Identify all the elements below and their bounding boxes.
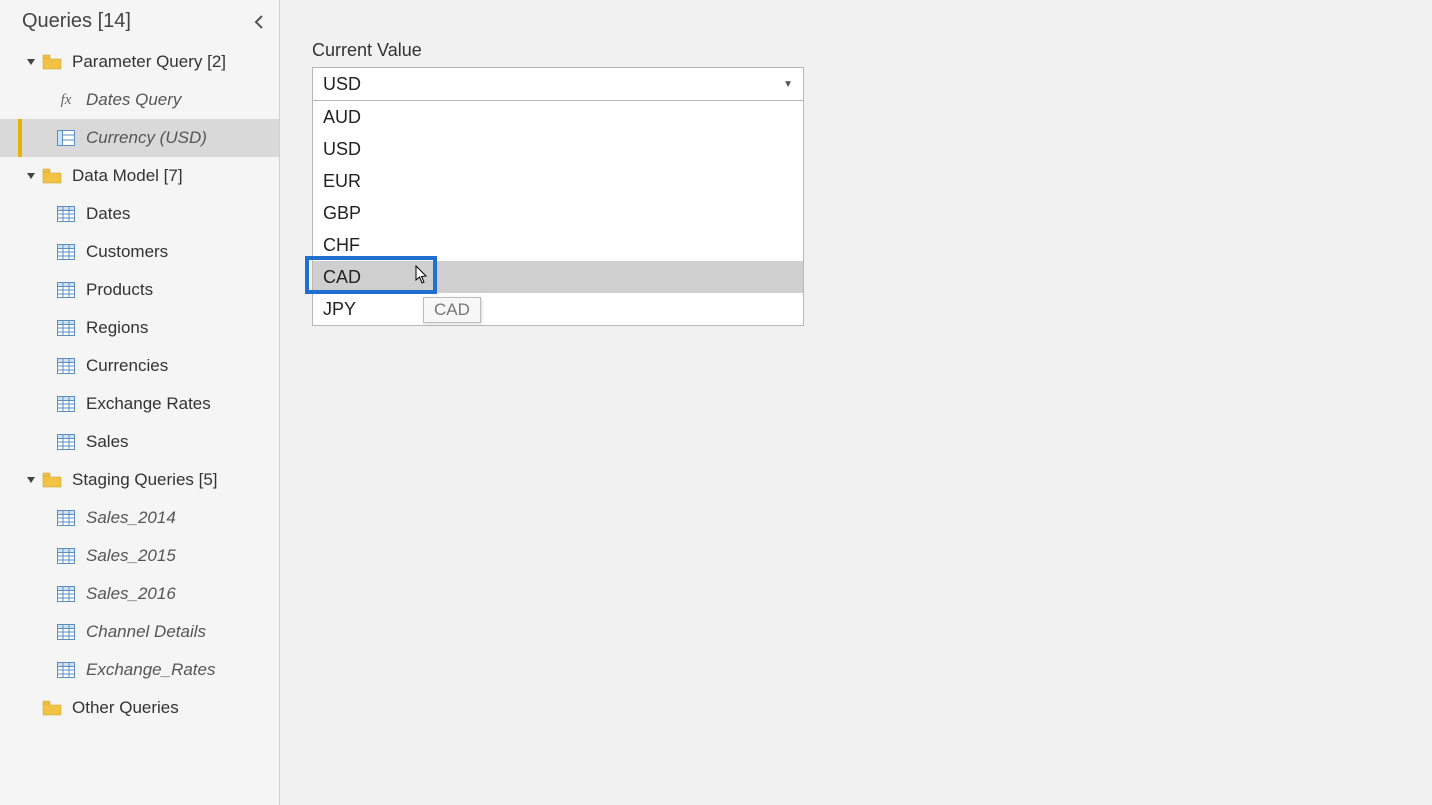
dropdown-option[interactable]: AUD: [313, 101, 803, 133]
table-icon: [56, 282, 76, 298]
fx-icon: fx: [56, 92, 76, 108]
dropdown-option[interactable]: USD: [313, 133, 803, 165]
table-icon: [56, 396, 76, 412]
folder-icon: [42, 700, 62, 716]
query-item[interactable]: Channel Details: [0, 613, 279, 651]
query-group[interactable]: Parameter Query [2]: [0, 43, 279, 81]
table-icon: [56, 624, 76, 640]
query-item-label: Sales_2014: [86, 508, 176, 528]
queries-sidebar: Queries [14] Parameter Query [2] fx Dates …: [0, 0, 280, 805]
query-item-label: Dates Query: [86, 90, 181, 110]
query-item[interactable]: Customers: [0, 233, 279, 271]
dropdown-option[interactable]: JPY: [313, 293, 803, 325]
caret-down-icon: [26, 171, 40, 181]
query-item-label: Currencies: [86, 356, 168, 376]
query-item-label: Currency (USD): [86, 128, 207, 148]
caret-down-icon: [26, 57, 40, 67]
group-label: Parameter Query [2]: [72, 52, 226, 72]
query-item-label: Dates: [86, 204, 130, 224]
table-icon: [56, 586, 76, 602]
group-label: Other Queries: [72, 698, 179, 718]
collapse-sidebar-icon[interactable]: [253, 15, 265, 29]
current-value-dropdown[interactable]: AUDUSDEURGBPCHFCADJPY: [312, 101, 804, 326]
query-item[interactable]: Currency (USD): [0, 119, 279, 157]
folder-icon: [42, 472, 62, 488]
query-item[interactable]: Dates: [0, 195, 279, 233]
query-item[interactable]: Exchange Rates: [0, 385, 279, 423]
table-icon: [56, 434, 76, 450]
sidebar-header: Queries [14]: [0, 0, 279, 41]
query-item-label: Sales_2015: [86, 546, 176, 566]
table-icon: [56, 548, 76, 564]
param-icon: [56, 130, 76, 146]
query-item[interactable]: Sales_2014: [0, 499, 279, 537]
current-value-combo[interactable]: USD ▼: [312, 67, 804, 101]
query-item[interactable]: Sales_2015: [0, 537, 279, 575]
table-icon: [56, 358, 76, 374]
query-item[interactable]: fx Dates Query: [0, 81, 279, 119]
dropdown-option[interactable]: CAD: [313, 261, 803, 293]
query-item-label: Exchange Rates: [86, 394, 211, 414]
query-group[interactable]: Data Model [7]: [0, 157, 279, 195]
query-item[interactable]: Sales_2016: [0, 575, 279, 613]
group-label: Data Model [7]: [72, 166, 183, 186]
table-icon: [56, 244, 76, 260]
query-item-label: Channel Details: [86, 622, 206, 642]
dropdown-option[interactable]: GBP: [313, 197, 803, 229]
query-group[interactable]: Staging Queries [5]: [0, 461, 279, 499]
query-item-label: Sales_2016: [86, 584, 176, 604]
main-panel: Current Value USD ▼ AUDUSDEURGBPCHFCADJP…: [280, 0, 1432, 805]
query-item-label: Products: [86, 280, 153, 300]
folder-icon: [42, 54, 62, 70]
query-item[interactable]: Currencies: [0, 347, 279, 385]
query-item-label: Sales: [86, 432, 129, 452]
chevron-down-icon: ▼: [783, 79, 793, 90]
query-group-other[interactable]: Other Queries: [0, 689, 279, 727]
dropdown-option[interactable]: EUR: [313, 165, 803, 197]
dropdown-option[interactable]: CHF: [313, 229, 803, 261]
query-item-label: Exchange_Rates: [86, 660, 215, 680]
query-item[interactable]: Products: [0, 271, 279, 309]
query-item[interactable]: Exchange_Rates: [0, 651, 279, 689]
sidebar-title: Queries [14]: [22, 10, 131, 33]
group-label: Staging Queries [5]: [72, 470, 218, 490]
query-item-label: Customers: [86, 242, 168, 262]
table-icon: [56, 206, 76, 222]
table-icon: [56, 662, 76, 678]
query-item[interactable]: Regions: [0, 309, 279, 347]
query-item[interactable]: Sales: [0, 423, 279, 461]
queries-tree: Parameter Query [2] fx Dates Query Currency…: [0, 41, 279, 727]
caret-down-icon: [26, 475, 40, 485]
folder-icon: [42, 168, 62, 184]
combo-selected-value: USD: [323, 74, 361, 95]
table-icon: [56, 510, 76, 526]
table-icon: [56, 320, 76, 336]
query-item-label: Regions: [86, 318, 148, 338]
current-value-label: Current Value: [312, 40, 1432, 61]
